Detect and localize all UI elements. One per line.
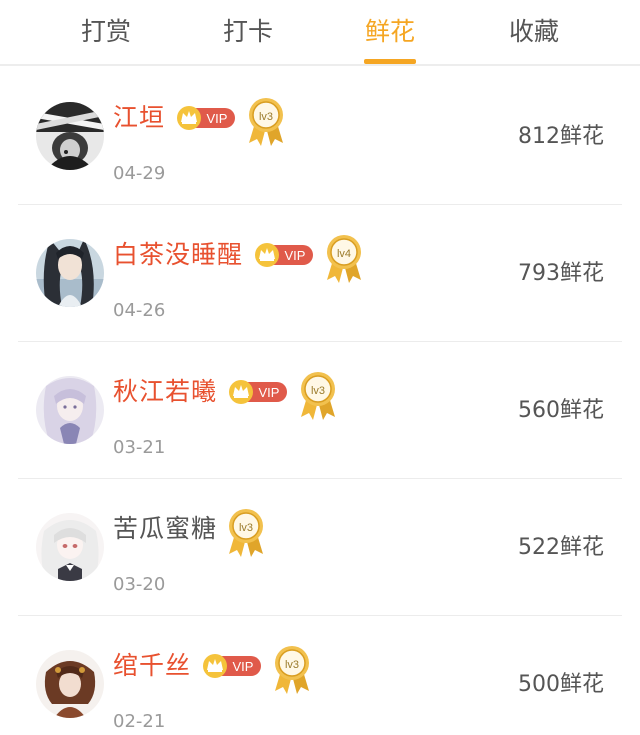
level-text: lv3 — [239, 522, 253, 534]
tab-flowers-label: 鲜花 — [364, 17, 415, 46]
flower-count: 793鲜花 — [518, 261, 604, 286]
tab-flowers[interactable]: 鲜花 — [330, 0, 450, 64]
flower-count: 500鲜花 — [518, 672, 604, 697]
tab-bar: 打赏 打卡 鲜花 收藏 — [0, 0, 640, 66]
avatar-white-hair-icon[interactable] — [36, 513, 104, 581]
tab-checkin[interactable]: 打卡 — [188, 0, 308, 64]
date-text: 02-21 — [113, 711, 166, 732]
avatar-brown-hair-icon[interactable] — [36, 650, 104, 718]
level-text: lv4 — [337, 248, 351, 260]
vip-text: VIP — [259, 385, 280, 400]
level-medal-icon: lv4 — [325, 234, 363, 284]
vip-badge: VIP — [203, 653, 263, 679]
vip-badge: VIP — [177, 105, 237, 131]
vip-text: VIP — [285, 248, 306, 263]
flower-count: 812鲜花 — [518, 124, 604, 149]
level-medal-icon: lv3 — [247, 97, 285, 147]
name-line: 白茶没睡醒 VIP lv4 — [113, 235, 363, 283]
user-name[interactable]: 绾千丝 — [113, 646, 191, 686]
tab-reward[interactable]: 打赏 — [46, 0, 166, 64]
tab-favorites[interactable]: 收藏 — [474, 0, 594, 64]
vip-badge: VIP — [229, 379, 289, 405]
flower-count: 560鲜花 — [518, 398, 604, 423]
name-line: 江垣 VIP lv3 — [113, 98, 285, 146]
name-line: 秋江若曦 VIP lv3 — [113, 372, 337, 420]
active-tab-indicator — [364, 59, 416, 64]
name-line: 苦瓜蜜糖 lv3 — [113, 509, 265, 557]
avatar-dark-hair-icon[interactable] — [36, 239, 104, 307]
vip-badge: VIP — [255, 242, 315, 268]
date-text: 04-29 — [113, 163, 166, 184]
list-item[interactable]: 江垣 VIP lv3 04-29 812鲜花 — [18, 68, 622, 205]
date-text: 03-21 — [113, 437, 166, 458]
vip-text: VIP — [207, 111, 228, 126]
list-item[interactable]: 苦瓜蜜糖 lv3 03-20 522鲜花 — [18, 479, 622, 616]
level-text: lv3 — [311, 385, 325, 397]
user-name[interactable]: 白茶没睡醒 — [113, 235, 243, 275]
flower-count: 522鲜花 — [518, 535, 604, 560]
user-name[interactable]: 苦瓜蜜糖 — [113, 509, 217, 549]
list-item[interactable]: 秋江若曦 VIP lv3 03-21 560鲜花 — [18, 342, 622, 479]
level-text: lv3 — [259, 111, 273, 123]
date-text: 03-20 — [113, 574, 166, 595]
list-item[interactable]: 绾千丝 VIP lv3 02-21 500鲜花 — [18, 616, 622, 735]
avatar-black-white-icon[interactable] — [36, 102, 104, 170]
avatar-lavender-icon[interactable] — [36, 376, 104, 444]
date-text: 04-26 — [113, 300, 166, 321]
vip-text: VIP — [233, 659, 254, 674]
name-line: 绾千丝 VIP lv3 — [113, 646, 311, 694]
user-name[interactable]: 秋江若曦 — [113, 372, 217, 412]
list-item[interactable]: 白茶没睡醒 VIP lv4 04-26 793鲜花 — [18, 205, 622, 342]
level-medal-icon: lv3 — [299, 371, 337, 421]
level-medal-icon: lv3 — [227, 508, 265, 558]
user-name[interactable]: 江垣 — [113, 98, 165, 138]
level-medal-icon: lv3 — [273, 645, 311, 695]
level-text: lv3 — [285, 659, 299, 671]
